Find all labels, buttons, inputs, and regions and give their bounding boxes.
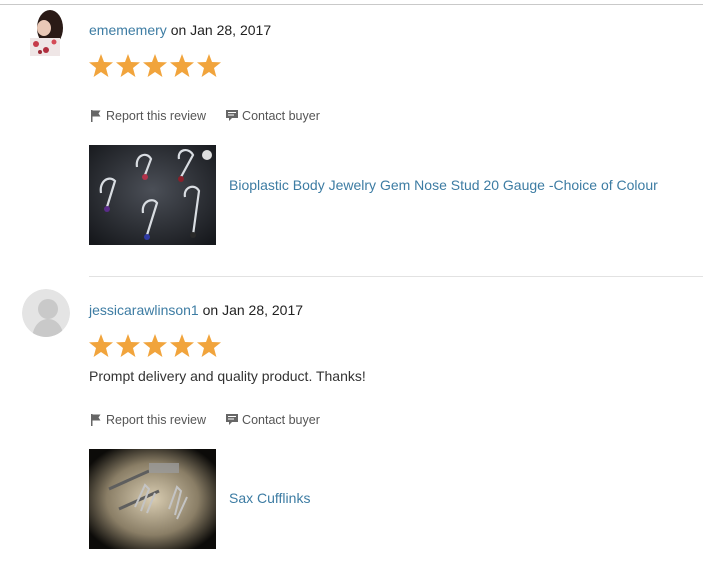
review-byline: emememery on Jan 28, 2017 [89, 21, 271, 39]
avatar[interactable] [22, 289, 70, 337]
contact-buyer-label: Contact buyer [242, 109, 320, 123]
contact-buyer-button[interactable]: Contact buyer [226, 413, 320, 427]
review-byline: jessicarawlinson1 on Jan 28, 2017 [89, 301, 303, 319]
star-icon [116, 54, 140, 77]
star-rating [89, 54, 221, 77]
reviewer-username-link[interactable]: emememery [89, 22, 167, 38]
star-icon [170, 334, 194, 357]
star-icon [197, 54, 221, 77]
star-rating [89, 334, 221, 357]
flag-icon [91, 414, 101, 426]
product-thumbnail[interactable] [89, 145, 216, 245]
review-date: on Jan 28, 2017 [202, 302, 304, 318]
contact-buyer-label: Contact buyer [242, 413, 320, 427]
reviewer-username-link[interactable]: jessicarawlinson1 [89, 302, 199, 318]
report-review-label: Report this review [106, 413, 207, 427]
contact-buyer-button[interactable]: Contact buyer [226, 109, 320, 123]
flag-icon [91, 110, 101, 122]
report-review-label: Report this review [106, 109, 207, 123]
star-icon [89, 334, 113, 357]
star-icon [116, 334, 140, 357]
star-icon [170, 54, 194, 77]
review-text: Prompt delivery and quality product. Tha… [89, 368, 366, 384]
star-icon [197, 334, 221, 357]
star-icon [143, 334, 167, 357]
report-review-button[interactable]: Report this review [90, 109, 206, 123]
product-title-link[interactable]: Sax Cufflinks [229, 489, 659, 508]
star-icon [89, 54, 113, 77]
product-title-link[interactable]: Bioplastic Body Jewelry Gem Nose Stud 20… [229, 176, 659, 195]
review-divider [89, 276, 703, 277]
chat-bubble-icon [226, 110, 239, 121]
report-review-button[interactable]: Report this review [90, 413, 206, 427]
review-actions: Report this review Contact buyer [90, 413, 320, 427]
star-icon [143, 54, 167, 77]
chat-bubble-icon [226, 414, 239, 425]
review-date: on Jan 28, 2017 [170, 22, 272, 38]
product-thumbnail[interactable] [89, 449, 216, 549]
avatar[interactable] [22, 8, 70, 56]
top-divider [0, 4, 703, 5]
review-actions: Report this review Contact buyer [90, 109, 320, 123]
